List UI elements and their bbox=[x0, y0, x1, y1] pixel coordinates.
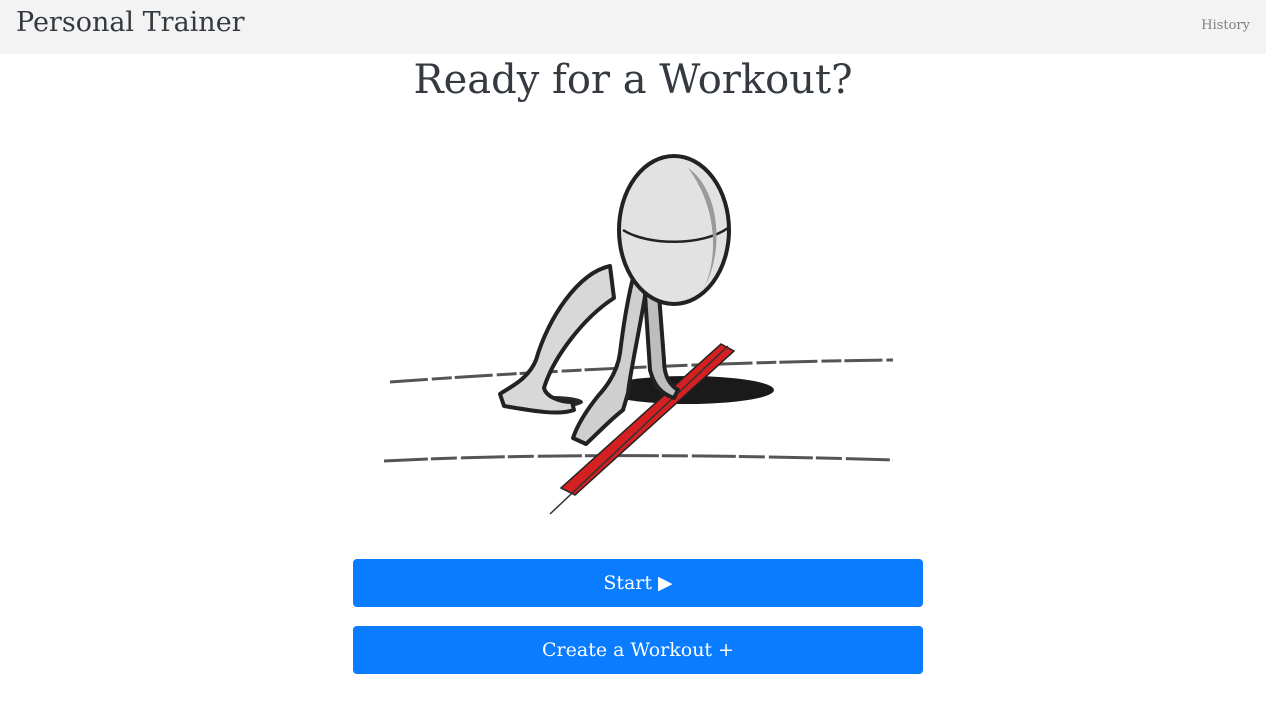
starting-line-illustration bbox=[383, 154, 894, 515]
brand-link[interactable]: Personal Trainer bbox=[16, 7, 245, 39]
page-title: Ready for a Workout? bbox=[413, 57, 853, 103]
history-link[interactable]: History bbox=[1201, 18, 1250, 34]
start-button[interactable]: Start ▶ bbox=[353, 559, 923, 607]
create-workout-button-label: Create a Workout bbox=[542, 639, 713, 661]
plus-icon: + bbox=[718, 639, 734, 661]
start-button-label: Start bbox=[603, 572, 653, 594]
play-icon: ▶ bbox=[658, 572, 673, 594]
navbar: Personal Trainer History bbox=[0, 0, 1266, 54]
create-workout-button[interactable]: Create a Workout + bbox=[353, 626, 923, 674]
